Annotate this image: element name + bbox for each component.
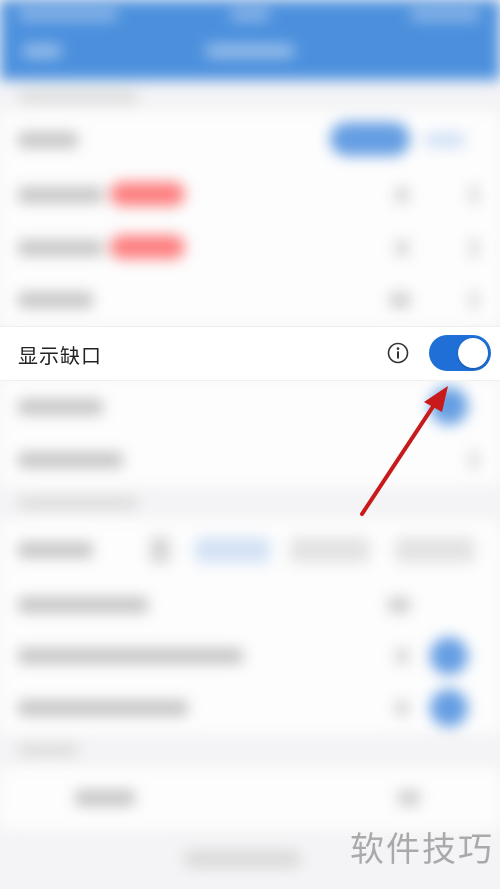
arrow-icon (360, 386, 448, 516)
back-button-blur[interactable] (22, 44, 62, 58)
section-header-blur (18, 92, 138, 102)
status-bar-blur (18, 10, 118, 20)
setting-row-blur[interactable] (0, 112, 500, 168)
setting-row-blur[interactable] (0, 580, 500, 631)
setting-row-blur[interactable] (0, 630, 500, 683)
show-gap-label: 显示缺口 (18, 344, 102, 368)
toggle-knob (458, 338, 488, 368)
setting-row-blur[interactable] (0, 682, 500, 735)
status-bar-blur (410, 10, 480, 20)
show-gap-toggle[interactable] (429, 335, 491, 371)
page-title-blur (205, 44, 295, 58)
top-navigation-bar (0, 0, 500, 80)
setting-row-blur[interactable] (0, 167, 500, 223)
setting-row-blur[interactable] (0, 520, 500, 581)
section-header-blur (18, 745, 78, 755)
info-circle-icon[interactable] (387, 342, 409, 364)
watermark: 软件技巧 (350, 830, 494, 870)
section-header-blur (18, 498, 138, 508)
setting-row-show-gap[interactable]: 显示缺口 (0, 326, 500, 381)
setting-row-blur[interactable] (0, 274, 500, 327)
setting-row-blur[interactable] (0, 222, 500, 275)
bottom-link-blur[interactable] (185, 850, 300, 868)
status-bar-blur (230, 10, 270, 20)
